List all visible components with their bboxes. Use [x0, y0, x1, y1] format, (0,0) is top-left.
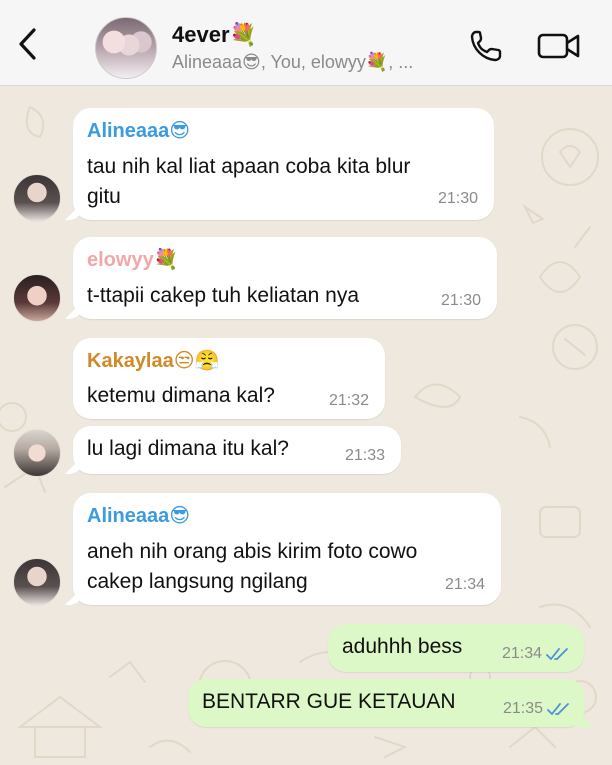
message-bubble[interactable]: Kakaylaa😒😤 ketemu dimana kal? 21:32 [73, 338, 385, 419]
video-call-button[interactable] [537, 30, 581, 62]
voice-call-button[interactable] [468, 28, 504, 64]
chat-area[interactable]: Alineaaa😎 tau nih kal liat apaan coba ki… [0, 87, 612, 765]
message-time: 21:35 [502, 700, 543, 717]
message-text: BENTARR GUE KETAUAN [202, 690, 456, 713]
double-check-icon [546, 648, 568, 660]
phone-icon [470, 30, 502, 62]
avatar[interactable] [13, 558, 61, 606]
chat-header: 4ever💐 Alineaaa😎, You, elowyy💐, ... [0, 0, 612, 86]
message-bubble-outgoing[interactable]: aduhhh bess 21:34 [328, 624, 584, 672]
avatar[interactable] [13, 174, 61, 222]
message-text: t-ttapii cakep tuh keliatan nya [87, 284, 359, 307]
message-text: ketemu dimana kal? [87, 384, 275, 407]
avatar[interactable] [13, 429, 61, 477]
message-bubble[interactable]: Alineaaa😎 tau nih kal liat apaan coba ki… [73, 108, 494, 220]
message-time: 21:33 [344, 447, 385, 464]
back-button[interactable] [10, 22, 44, 66]
message-text: tau nih kal liat apaan coba kita blur [87, 155, 411, 178]
message-text: lu lagi dimana itu kal? [87, 437, 289, 460]
message-time: 21:30 [437, 190, 478, 207]
message-bubble-outgoing[interactable]: BENTARR GUE KETAUAN 21:35 [188, 679, 585, 727]
message-bubble[interactable]: lu lagi dimana itu kal? 21:33 [73, 426, 401, 474]
message-text: aneh nih orang abis kirim foto cowo [87, 540, 418, 563]
message-time: 21:32 [328, 392, 369, 409]
chevron-left-icon [19, 28, 36, 60]
sender-name: Alineaaa😎 [87, 120, 191, 142]
sender-name: elowyy💐 [87, 249, 179, 271]
video-camera-icon [537, 33, 580, 59]
chat-members[interactable]: Alineaaa😎, You, elowyy💐, ... [172, 52, 413, 73]
chat-title[interactable]: 4ever💐 [172, 22, 257, 48]
message-time: 21:34 [501, 645, 542, 662]
message-bubble[interactable]: elowyy💐 t-ttapii cakep tuh keliatan nya … [73, 237, 497, 319]
sender-name: Kakaylaa😒😤 [87, 350, 220, 372]
message-text: gitu [87, 185, 121, 208]
message-time: 21:30 [440, 292, 481, 309]
avatar[interactable] [13, 274, 61, 322]
message-bubble[interactable]: Alineaaa😎 aneh nih orang abis kirim foto… [73, 493, 501, 605]
message-text: aduhhh bess [342, 635, 463, 658]
sender-name: Alineaaa😎 [87, 505, 191, 527]
double-check-icon [547, 703, 569, 715]
message-time: 21:34 [444, 576, 485, 593]
group-avatar[interactable] [95, 17, 157, 79]
message-text: cakep langsung ngilang [87, 570, 308, 593]
